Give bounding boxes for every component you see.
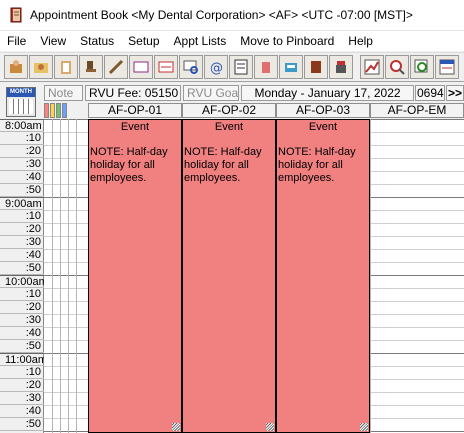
svg-text:@: @ (210, 61, 223, 76)
event-block-op-01[interactable]: Event NOTE: Half-day holiday for all emp… (88, 119, 182, 433)
resize-grip-icon[interactable] (266, 423, 274, 431)
event-block-op-03[interactable]: Event NOTE: Half-day holiday for all emp… (276, 119, 370, 433)
event-note: NOTE: Half-day holiday for all employees… (278, 146, 356, 184)
search-card-icon[interactable] (179, 55, 203, 79)
window-title: Appointment Book <My Dental Corporation>… (30, 8, 413, 22)
calendar-month-label: MONTH (7, 88, 35, 97)
calendar-grid-icon (9, 99, 33, 114)
menu-bar: File View Status Setup Appt Lists Move t… (0, 31, 464, 51)
chart-icon[interactable] (360, 55, 384, 79)
time-slot-label: :40 (0, 249, 44, 262)
chair-icon[interactable] (79, 55, 103, 79)
time-slot-label: :20 (0, 301, 44, 314)
menu-move-to-pinboard[interactable]: Move to Pinboard (233, 31, 341, 51)
magnify-icon[interactable] (385, 55, 409, 79)
column-header-op-em[interactable]: AF-OP-EM (370, 103, 464, 118)
clipboard-icon[interactable] (54, 55, 78, 79)
next-columns-button[interactable]: >> (446, 85, 464, 101)
toolbar: @ (0, 52, 464, 82)
menu-help[interactable]: Help (341, 31, 380, 51)
title-bar: Appointment Book <My Dental Corporation>… (0, 0, 464, 31)
column-header-op-01[interactable]: AF-OP-01 (88, 103, 182, 118)
card-icon[interactable] (129, 55, 153, 79)
column-header-op-02[interactable]: AF-OP-02 (182, 103, 276, 118)
time-slot-label: :40 (0, 327, 44, 340)
time-slot-label: 10:00am (0, 275, 48, 288)
event-note: NOTE: Half-day holiday for all employees… (90, 146, 168, 184)
phone-icon[interactable] (329, 55, 353, 79)
color-swatch[interactable] (62, 103, 67, 118)
color-swatch[interactable] (44, 103, 49, 118)
time-slot-label: :20 (0, 145, 44, 158)
lab-case-icon[interactable] (279, 55, 303, 79)
time-slot-label: :50 (0, 418, 44, 431)
color-swatch-strip (44, 103, 68, 118)
event-title: Event (120, 121, 150, 133)
time-slot-label: :50 (0, 184, 44, 197)
resize-grip-icon[interactable] (172, 423, 180, 431)
note-card-icon[interactable] (154, 55, 178, 79)
zoom-chart-icon[interactable] (410, 55, 434, 79)
time-slot-label: 11:00am (0, 353, 47, 366)
time-slot-label: :30 (0, 236, 44, 249)
counter-field: 0694 (415, 85, 445, 101)
time-slot-label: :20 (0, 223, 44, 236)
event-block-op-02[interactable]: Event NOTE: Half-day holiday for all emp… (182, 119, 276, 433)
time-slot-label: :10 (0, 132, 44, 145)
color-swatch[interactable] (50, 103, 55, 118)
resize-grip-icon[interactable] (360, 423, 368, 431)
menu-setup[interactable]: Setup (121, 31, 166, 51)
time-slot-label: :50 (0, 340, 44, 353)
time-slot-label: :40 (0, 405, 44, 418)
time-slot-label: :50 (0, 262, 44, 275)
menu-file[interactable]: File (0, 31, 33, 51)
date-field[interactable]: Monday - January 17, 2022 (241, 85, 414, 101)
color-swatch[interactable] (56, 103, 61, 118)
appt-list-icon[interactable] (435, 55, 459, 79)
time-column: 8:00am:10:20:30:40:50 9:00am:10:20:30:40:… (0, 119, 48, 433)
time-slot-label: :10 (0, 366, 44, 379)
time-slot-label: :40 (0, 171, 44, 184)
cup-icon[interactable] (254, 55, 278, 79)
menu-appt-lists[interactable]: Appt Lists (167, 31, 234, 51)
event-title: Event (308, 121, 338, 133)
time-slot-label: :20 (0, 379, 44, 392)
time-slot-label: 9:00am (0, 197, 44, 210)
dentist-icon[interactable] (4, 55, 28, 79)
event-note: NOTE: Half-day holiday for all employees… (184, 146, 262, 184)
note-field[interactable]: Note (44, 85, 83, 101)
menu-view[interactable]: View (33, 31, 73, 51)
column-header-op-03[interactable]: AF-OP-03 (276, 103, 370, 118)
time-slot-label: :10 (0, 210, 44, 223)
email-icon[interactable]: @ (204, 55, 228, 79)
appointment-book-icon (8, 7, 24, 23)
menu-status[interactable]: Status (73, 31, 121, 51)
event-title: Event (214, 121, 244, 133)
time-slot-label: :30 (0, 314, 44, 327)
checklist-icon[interactable] (229, 55, 253, 79)
rvu-fee-field: RVU Fee: 05150 (85, 85, 181, 101)
instrument-icon[interactable] (104, 55, 128, 79)
book-icon[interactable] (304, 55, 328, 79)
patient-folder-icon[interactable] (29, 55, 53, 79)
rvu-goal-field: RVU Goal (183, 85, 239, 101)
time-slot-label: :10 (0, 288, 44, 301)
time-slot-label: 8:00am (0, 119, 44, 132)
month-calendar-button[interactable]: MONTH (6, 87, 36, 117)
time-slot-label: :30 (0, 392, 44, 405)
time-slot-label: :30 (0, 158, 44, 171)
